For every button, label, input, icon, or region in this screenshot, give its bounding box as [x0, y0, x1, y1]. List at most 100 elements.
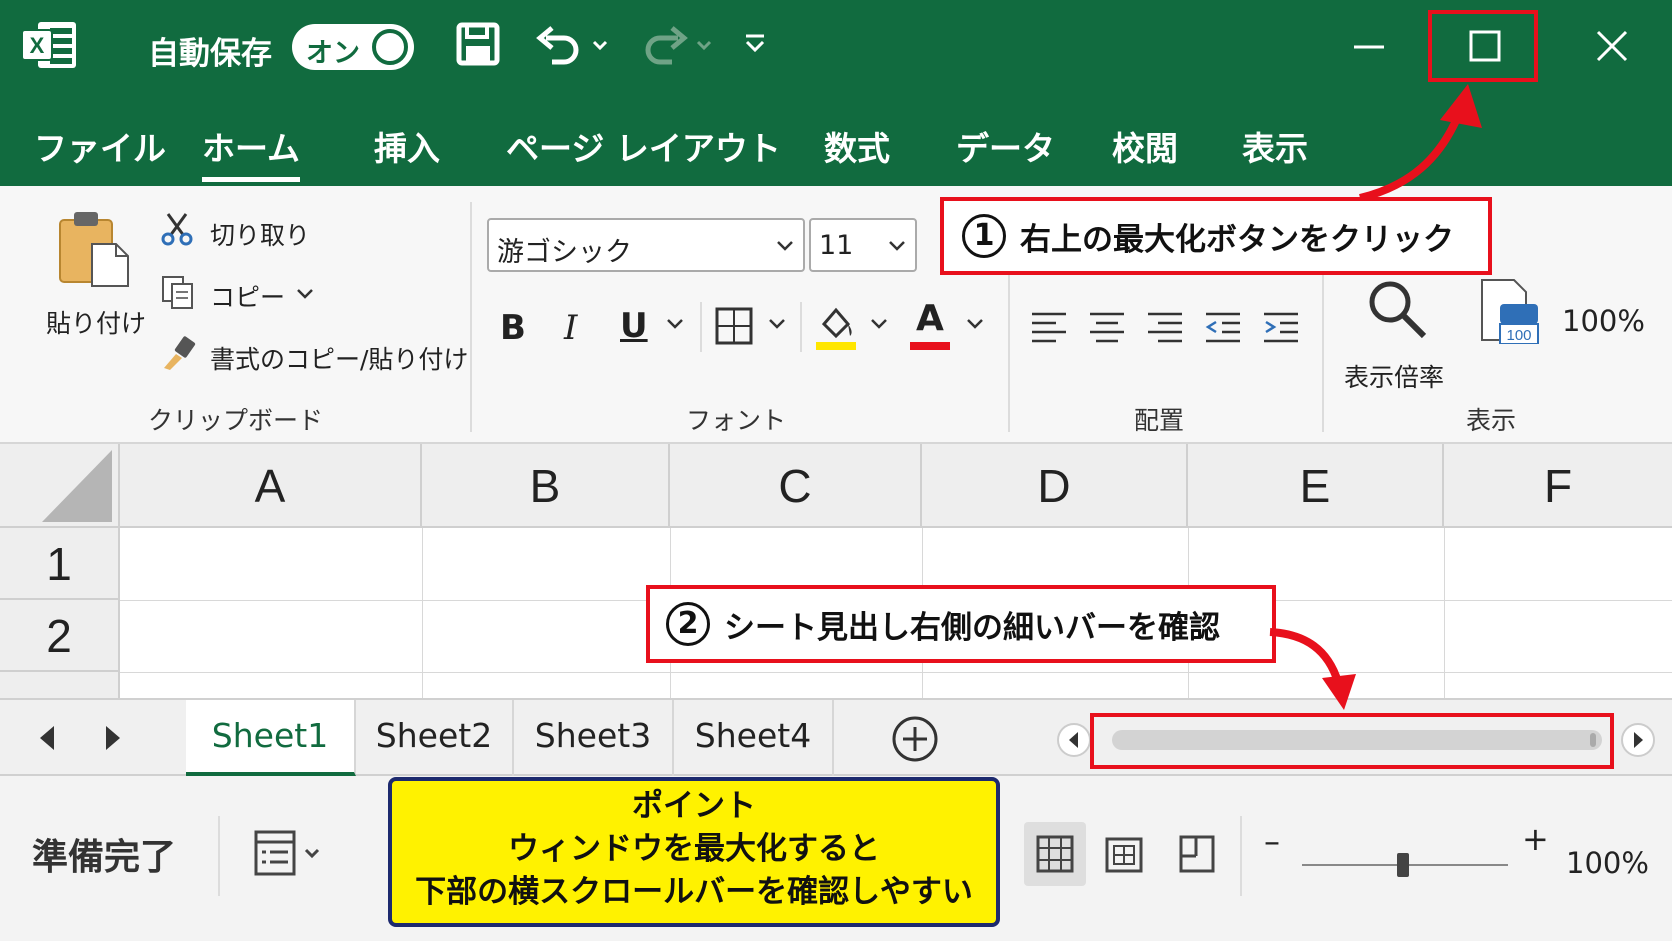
step1-number: 1 — [962, 214, 1006, 258]
customize-quick-access-icon[interactable] — [744, 32, 766, 56]
zoom-value: 100% — [1562, 304, 1645, 338]
zoom-slider-thumb[interactable] — [1397, 853, 1409, 877]
arrow-to-scrollbar-icon — [1269, 628, 1356, 710]
divider — [218, 816, 220, 896]
normal-view-button[interactable] — [1024, 822, 1086, 886]
sheet-tab-sheet3[interactable]: Sheet3 — [514, 700, 674, 776]
column-header-a[interactable]: A — [120, 444, 422, 528]
font-name-combo[interactable]: 游ゴシック — [487, 218, 805, 272]
zoom-magnifier-icon[interactable] — [1366, 278, 1428, 340]
minimize-button[interactable] — [1314, 12, 1424, 82]
decrease-indent-icon[interactable] — [1204, 308, 1242, 346]
underline-chevron-icon[interactable] — [666, 318, 684, 330]
group-divider — [470, 202, 472, 432]
borders-chevron-icon[interactable] — [768, 318, 786, 330]
borders-icon[interactable] — [714, 306, 754, 346]
paste-label[interactable]: 貼り付け — [46, 304, 146, 340]
step2-text: シート見出し右側の細いバーを確認 — [724, 609, 1220, 646]
copy-label[interactable]: コピー — [210, 278, 285, 314]
zoom-percentage[interactable]: 100% — [1566, 846, 1649, 880]
step1-callout: 1 右上の最大化ボタンをクリック — [940, 197, 1492, 275]
fill-color-icon[interactable] — [814, 302, 858, 352]
excel-logo-icon: X — [21, 22, 76, 68]
format-painter-icon[interactable] — [160, 336, 196, 372]
font-color-button[interactable]: A — [916, 298, 944, 339]
increase-indent-icon[interactable] — [1262, 308, 1300, 346]
column-header-c[interactable]: C — [670, 444, 922, 528]
font-size-combo[interactable]: 11 — [809, 218, 917, 272]
zoom-in-button[interactable]: + — [1522, 820, 1549, 858]
copy-dropdown-chevron-icon[interactable] — [296, 288, 314, 300]
zoom-label[interactable]: 表示倍率 — [1344, 358, 1444, 394]
autosave-label: 自動保存 — [148, 36, 272, 72]
arrow-to-maximize-icon — [1359, 84, 1482, 202]
undo-icon[interactable] — [536, 24, 610, 68]
scroll-sheets-right-icon[interactable] — [100, 722, 126, 754]
gridline — [120, 672, 1672, 673]
row-header-2[interactable]: 2 — [0, 600, 120, 672]
zoom-100-icon[interactable]: 100 — [1476, 278, 1540, 344]
autosave-toggle[interactable]: オン — [292, 24, 414, 70]
tab-page-layout[interactable]: ページ レイアウト — [506, 122, 781, 170]
sheet-tab-sheet1[interactable]: Sheet1 — [186, 700, 356, 776]
font-name-chevron-icon[interactable] — [775, 234, 795, 258]
column-header-b[interactable]: B — [422, 444, 670, 528]
column-header-d[interactable]: D — [922, 444, 1188, 528]
column-header-e[interactable]: E — [1188, 444, 1444, 528]
sheet-tab-sheet2[interactable]: Sheet2 — [356, 700, 514, 776]
align-left-icon[interactable] — [1030, 308, 1068, 346]
page-layout-view-icon[interactable] — [1104, 836, 1144, 874]
tab-formulas[interactable]: 数式 — [824, 122, 890, 170]
point-title: ポイント — [632, 788, 756, 824]
font-size-chevron-icon[interactable] — [887, 234, 907, 258]
save-icon[interactable] — [456, 22, 500, 66]
hscroll-right-arrow-icon[interactable] — [1620, 720, 1656, 760]
align-center-icon[interactable] — [1088, 308, 1126, 346]
column-header-f[interactable]: F — [1444, 444, 1672, 528]
zoom-out-button[interactable]: – — [1264, 822, 1280, 860]
bold-button[interactable]: B — [500, 308, 526, 348]
point-line2: 下部の横スクロールバーを確認しやすい — [415, 874, 973, 910]
redo-icon[interactable] — [640, 24, 714, 68]
format-painter-label[interactable]: 書式のコピー/貼り付け — [210, 340, 468, 376]
clipboard-group-label: クリップボード — [148, 406, 324, 435]
copy-icon[interactable] — [160, 274, 196, 310]
tab-view[interactable]: 表示 — [1242, 122, 1308, 170]
font-color-swatch — [910, 342, 950, 350]
scroll-sheets-left-icon[interactable] — [34, 722, 60, 754]
cut-label[interactable]: 切り取り — [210, 216, 310, 252]
tab-review[interactable]: 校閲 — [1112, 122, 1178, 170]
normal-view-icon — [1036, 835, 1074, 873]
fill-color-chevron-icon[interactable] — [870, 318, 888, 330]
scrollbar-highlight — [1090, 713, 1614, 769]
autosave-state: オン — [306, 38, 360, 69]
paste-icon[interactable] — [56, 210, 132, 288]
tab-file[interactable]: ファイル — [34, 122, 166, 170]
new-sheet-plus-icon[interactable] — [890, 714, 940, 764]
row-header-partial — [0, 672, 120, 698]
tab-home[interactable]: ホーム — [202, 122, 301, 182]
divider — [1240, 816, 1242, 896]
align-right-icon[interactable] — [1146, 308, 1184, 346]
sheet-tab-sheet4[interactable]: Sheet4 — [674, 700, 834, 776]
tab-data[interactable]: データ — [956, 122, 1055, 170]
font-color-chevron-icon[interactable] — [966, 318, 984, 330]
cut-icon[interactable] — [160, 212, 194, 246]
accessibility-view-icon[interactable] — [254, 830, 326, 878]
alignment-group-label: 配置 — [1134, 406, 1185, 435]
close-button[interactable] — [1556, 12, 1666, 82]
italic-button[interactable]: I — [564, 308, 577, 348]
hscroll-left-arrow-icon[interactable] — [1056, 720, 1092, 760]
underline-button[interactable]: U — [620, 306, 648, 346]
divider — [800, 302, 802, 352]
zoom-100-icon-text: 100 — [1506, 327, 1531, 344]
view-group-label: 表示 — [1466, 406, 1517, 435]
tab-insert[interactable]: 挿入 — [374, 122, 440, 170]
step1-text: 右上の最大化ボタンをクリック — [1020, 221, 1454, 258]
page-break-preview-icon[interactable] — [1178, 834, 1216, 874]
maximize-highlight — [1428, 10, 1538, 82]
divider — [700, 302, 702, 352]
row-header-1[interactable]: 1 — [0, 528, 120, 600]
select-all-corner[interactable] — [0, 444, 120, 528]
step2-callout: 2 シート見出し右側の細いバーを確認 — [646, 585, 1276, 663]
